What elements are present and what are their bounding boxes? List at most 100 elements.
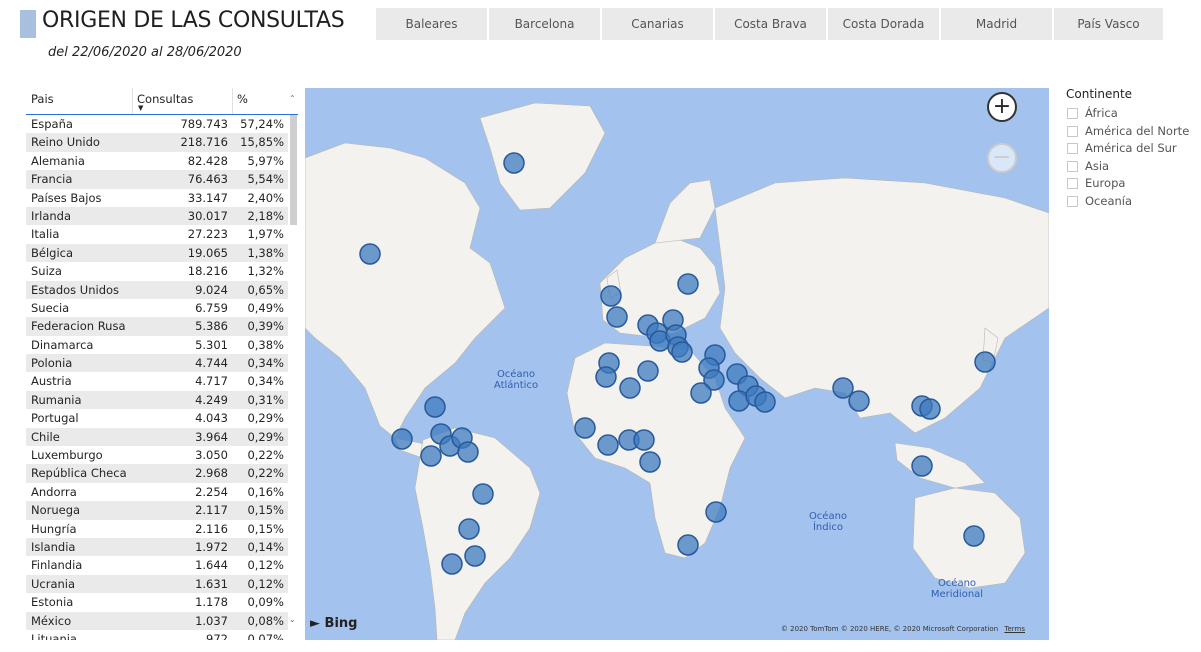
table-row[interactable]: Dinamarca 5.301 0,38% <box>26 336 288 354</box>
map-bubble <box>705 501 727 523</box>
table-row[interactable]: Reino Unido 218.716 15,85% <box>26 133 288 152</box>
ocean-label-southern: Océano Meridional <box>930 578 984 600</box>
cell-country: Italia <box>31 227 60 242</box>
cell-country: Austria <box>31 374 72 389</box>
table-row[interactable]: Islandia 1.972 0,14% <box>26 537 288 557</box>
filter-item-africa[interactable]: África <box>1066 105 1201 123</box>
filter-item-asia[interactable]: Asia <box>1066 158 1201 176</box>
country-table: Pais Consultas ▼ % España 789.743 57,24% Re… <box>26 88 298 640</box>
cell-percent: 0,29% <box>247 429 284 444</box>
table-row[interactable]: Hungría 2.116 0,15% <box>26 520 288 538</box>
filter-item-label: Oceanía <box>1085 193 1133 208</box>
tab-canarias[interactable]: Canarias <box>602 8 715 40</box>
map-bubble <box>637 360 659 382</box>
cell-consultas: 5.386 <box>195 319 228 334</box>
zoom-in-button[interactable]: + <box>987 92 1017 122</box>
cell-consultas: 2.968 <box>195 466 228 481</box>
cell-percent: 57,24% <box>240 117 284 131</box>
table-row[interactable]: Estonia 1.178 0,09% <box>26 593 288 611</box>
table-row[interactable]: Federacion Rusa 5.386 0,39% <box>26 317 288 336</box>
cell-country: Ucrania <box>31 576 76 591</box>
tab-costa-brava[interactable]: Costa Brava <box>715 8 828 40</box>
table-row[interactable]: Suecia 6.759 0,49% <box>26 299 288 317</box>
sort-descending-icon: ▼ <box>138 104 144 112</box>
table-row[interactable]: Países Bajos 33.147 2,40% <box>26 189 288 207</box>
filter-item-europe[interactable]: Europa <box>1066 175 1201 193</box>
cell-consultas: 4.249 <box>195 392 228 407</box>
table-row[interactable]: Lituania 972 0,07% <box>26 630 288 640</box>
table-row[interactable]: Andorra 2.254 0,16% <box>26 483 288 501</box>
table-row[interactable]: Finlandia 1.644 0,12% <box>26 556 288 574</box>
cell-country: Chile <box>31 429 60 444</box>
table-row[interactable]: México 1.037 0,08% <box>26 611 288 630</box>
map-bubble <box>391 428 413 450</box>
scroll-up-icon[interactable]: ⌃ <box>289 94 296 103</box>
tab-costa-dorada[interactable]: Costa Dorada <box>828 8 941 40</box>
cell-percent: 0,65% <box>247 282 284 297</box>
map-bubble <box>639 451 661 473</box>
terms-link[interactable]: Terms <box>1004 625 1025 633</box>
cell-country: Finlandia <box>31 558 83 573</box>
table-row[interactable]: Luxemburgo 3.050 0,22% <box>26 446 288 464</box>
cell-country: Países Bajos <box>31 190 102 205</box>
world-map[interactable]: Océano Atlántico Océano Índico Océano Me… <box>305 88 1049 640</box>
column-header-pais[interactable]: Pais <box>31 92 54 106</box>
tab-pais-vasco[interactable]: País Vasco <box>1054 8 1165 40</box>
cell-consultas: 1.644 <box>195 558 228 573</box>
map-bubble <box>963 525 985 547</box>
table-row[interactable]: Polonia 4.744 0,34% <box>26 354 288 373</box>
table-row[interactable]: Suiza 18.216 1,32% <box>26 262 288 280</box>
cell-country: Polonia <box>31 356 73 371</box>
table-row[interactable]: Estados Unidos 9.024 0,65% <box>26 280 288 299</box>
cell-percent: 1,97% <box>247 227 284 242</box>
column-header-consultas[interactable]: Consultas <box>137 92 193 106</box>
cell-consultas: 9.024 <box>195 282 228 297</box>
column-header-percent[interactable]: % <box>237 92 248 106</box>
checkbox[interactable] <box>1067 195 1078 207</box>
cell-consultas: 30.017 <box>187 208 228 223</box>
cell-percent: 0,15% <box>247 503 284 518</box>
map-bubble <box>606 306 628 328</box>
table-row[interactable]: República Checa 2.968 0,22% <box>26 464 288 483</box>
cell-country: Andorra <box>31 484 77 499</box>
cell-consultas: 1.972 <box>195 539 228 554</box>
table-row[interactable]: Chile 3.964 0,29% <box>26 427 288 447</box>
table-row[interactable]: Noruega 2.117 0,15% <box>26 501 288 520</box>
continent-filter: Continente África América del Norte Amér… <box>1066 87 1201 211</box>
cell-consultas: 33.147 <box>187 190 228 205</box>
filter-item-south-america[interactable]: América del Sur <box>1066 140 1201 158</box>
table-row[interactable]: Italia 27.223 1,97% <box>26 225 288 243</box>
checkbox[interactable] <box>1067 160 1078 172</box>
table-row[interactable]: Bélgica 19.065 1,38% <box>26 243 288 263</box>
cell-percent: 2,40% <box>247 190 284 205</box>
tab-barcelona[interactable]: Barcelona <box>489 8 602 40</box>
checkbox[interactable] <box>1067 143 1078 155</box>
checkbox[interactable] <box>1067 125 1078 137</box>
map-bubble <box>595 366 617 388</box>
map-bubble <box>919 398 941 420</box>
cell-percent: 1,38% <box>247 245 284 260</box>
tab-madrid[interactable]: Madrid <box>941 8 1054 40</box>
tab-baleares[interactable]: Baleares <box>376 8 489 40</box>
table-row[interactable]: Austria 4.717 0,34% <box>26 372 288 390</box>
cell-country: República Checa <box>31 466 127 481</box>
scrollbar-thumb[interactable] <box>290 115 297 225</box>
cell-country: Estonia <box>31 595 74 610</box>
table-row[interactable]: Ucrania 1.631 0,12% <box>26 574 288 594</box>
filter-item-oceania[interactable]: Oceanía <box>1066 193 1201 211</box>
cell-consultas: 2.116 <box>195 521 228 536</box>
map-copyright: © 2020 TomTom © 2020 HERE, © 2020 Micros… <box>781 625 1025 633</box>
table-row[interactable]: Portugal 4.043 0,29% <box>26 409 288 427</box>
table-row[interactable]: Alemania 82.428 5,97% <box>26 152 288 170</box>
cell-percent: 0,31% <box>247 392 284 407</box>
table-row[interactable]: Rumania 4.249 0,31% <box>26 390 288 410</box>
filter-item-north-america[interactable]: América del Norte <box>1066 123 1201 141</box>
table-row[interactable]: Irlanda 30.017 2,18% <box>26 206 288 226</box>
filter-item-label: América del Sur <box>1085 141 1177 156</box>
table-row[interactable]: España 789.743 57,24% <box>26 115 288 133</box>
checkbox[interactable] <box>1067 178 1078 190</box>
zoom-out-button[interactable]: − <box>987 143 1017 173</box>
table-row[interactable]: Francia 76.463 5,54% <box>26 170 288 189</box>
scroll-down-icon[interactable]: ⌄ <box>289 615 296 624</box>
checkbox[interactable] <box>1067 108 1078 119</box>
